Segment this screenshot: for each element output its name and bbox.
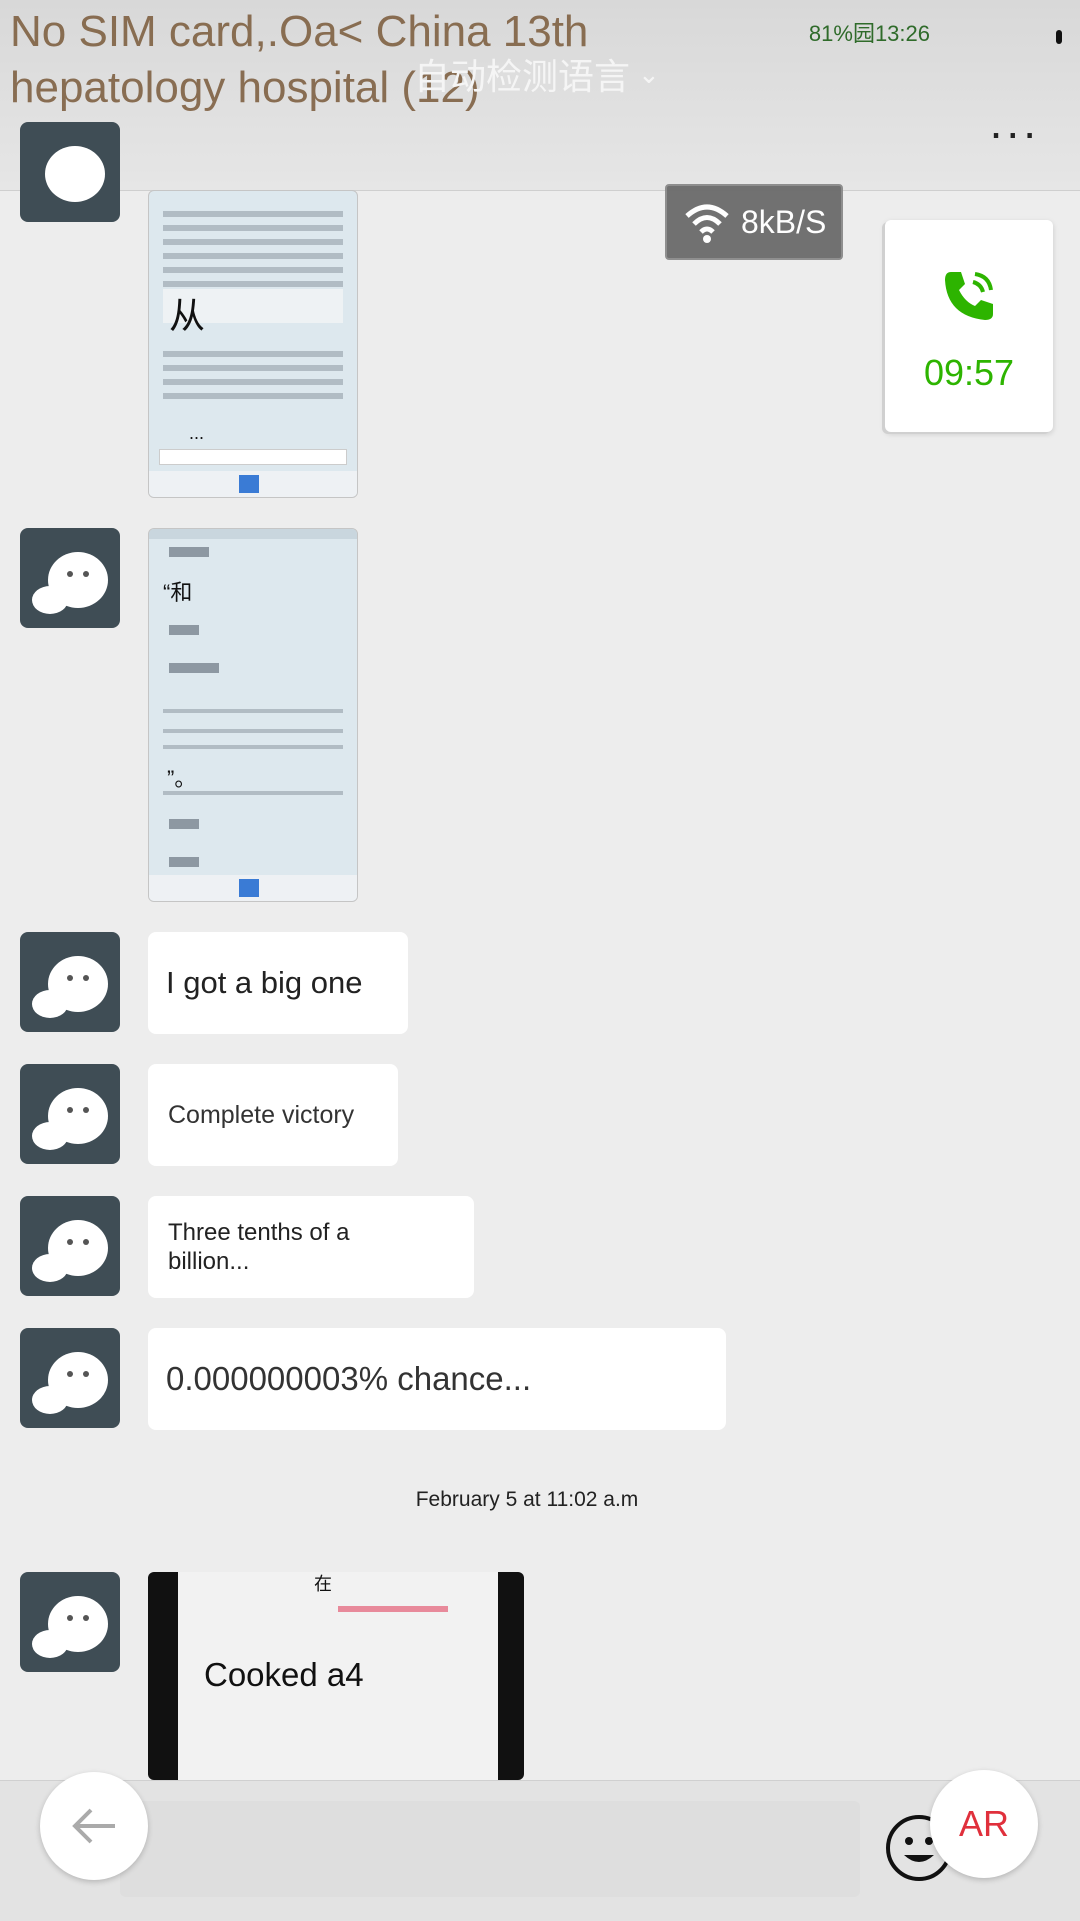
message-text: 0.000000003% chance...	[166, 1360, 532, 1397]
avatar[interactable]	[20, 932, 120, 1032]
status-dot-icon	[1056, 30, 1062, 44]
image-caption: Cooked a4	[204, 1656, 364, 1693]
arrow-left-icon	[72, 1808, 115, 1844]
seal-avatar-icon	[32, 1088, 108, 1150]
seal-avatar-icon	[32, 552, 108, 614]
avatar[interactable]	[20, 122, 120, 222]
avatar[interactable]	[20, 1572, 120, 1672]
image-dots: ...	[189, 423, 205, 443]
message-bubble[interactable]: 0.000000003% chance...	[148, 1328, 726, 1430]
chat-header: No SIM card,.Oa< China 13th hepatology h…	[0, 0, 1080, 191]
chevron-down-icon: ⌄	[638, 58, 660, 89]
ar-label: AR	[958, 1803, 1009, 1844]
ar-button[interactable]: AR	[930, 1770, 1038, 1878]
image-text: ”。	[167, 766, 197, 791]
more-options-button[interactable]: ...	[990, 99, 1040, 145]
image-message[interactable]: “和 ”。	[148, 528, 358, 902]
message-text: Three tenths of a billion...	[168, 1219, 350, 1275]
message-bubble[interactable]: Complete victory	[148, 1064, 398, 1166]
avatar[interactable]	[20, 1064, 120, 1164]
back-button[interactable]	[40, 1772, 148, 1880]
seal-avatar-icon	[45, 146, 105, 202]
status-bar-text: 81%园13:26	[808, 21, 930, 46]
avatar[interactable]	[20, 1196, 120, 1296]
call-floating-window[interactable]: 09:57	[885, 220, 1053, 432]
message-bubble[interactable]: Three tenths of a billion...	[148, 1196, 474, 1298]
message-bubble[interactable]: I got a big one	[148, 932, 408, 1034]
image-message[interactable]: 在 Cooked a4	[148, 1572, 524, 1780]
image-text: 在	[314, 1574, 332, 1594]
network-speed-overlay: 8kB/S	[665, 184, 843, 260]
message-text: Complete victory	[168, 1100, 355, 1129]
language-label: 自动检测语言	[414, 56, 631, 97]
image-text: “和	[163, 580, 193, 605]
seal-avatar-icon	[32, 1220, 108, 1282]
message-text: I got a big one	[166, 965, 363, 1000]
network-speed: 8kB/S	[741, 203, 827, 240]
seal-avatar-icon	[32, 956, 108, 1018]
image-message[interactable]: 从 ...	[148, 190, 358, 498]
input-bar	[0, 1780, 1080, 1921]
phone-icon	[945, 272, 993, 320]
message-timestamp: February 5 at 11:02 a.m	[415, 1488, 639, 1511]
language-selector[interactable]: 自动检测语言 ⌄	[414, 48, 660, 100]
image-caption: 从	[169, 295, 206, 336]
wifi-icon	[685, 204, 729, 243]
seal-avatar-icon	[32, 1352, 108, 1414]
message-input[interactable]	[120, 1801, 860, 1897]
avatar[interactable]	[20, 528, 120, 628]
avatar[interactable]	[20, 1328, 120, 1428]
call-duration: 09:57	[923, 352, 1015, 393]
seal-avatar-icon	[32, 1596, 108, 1658]
